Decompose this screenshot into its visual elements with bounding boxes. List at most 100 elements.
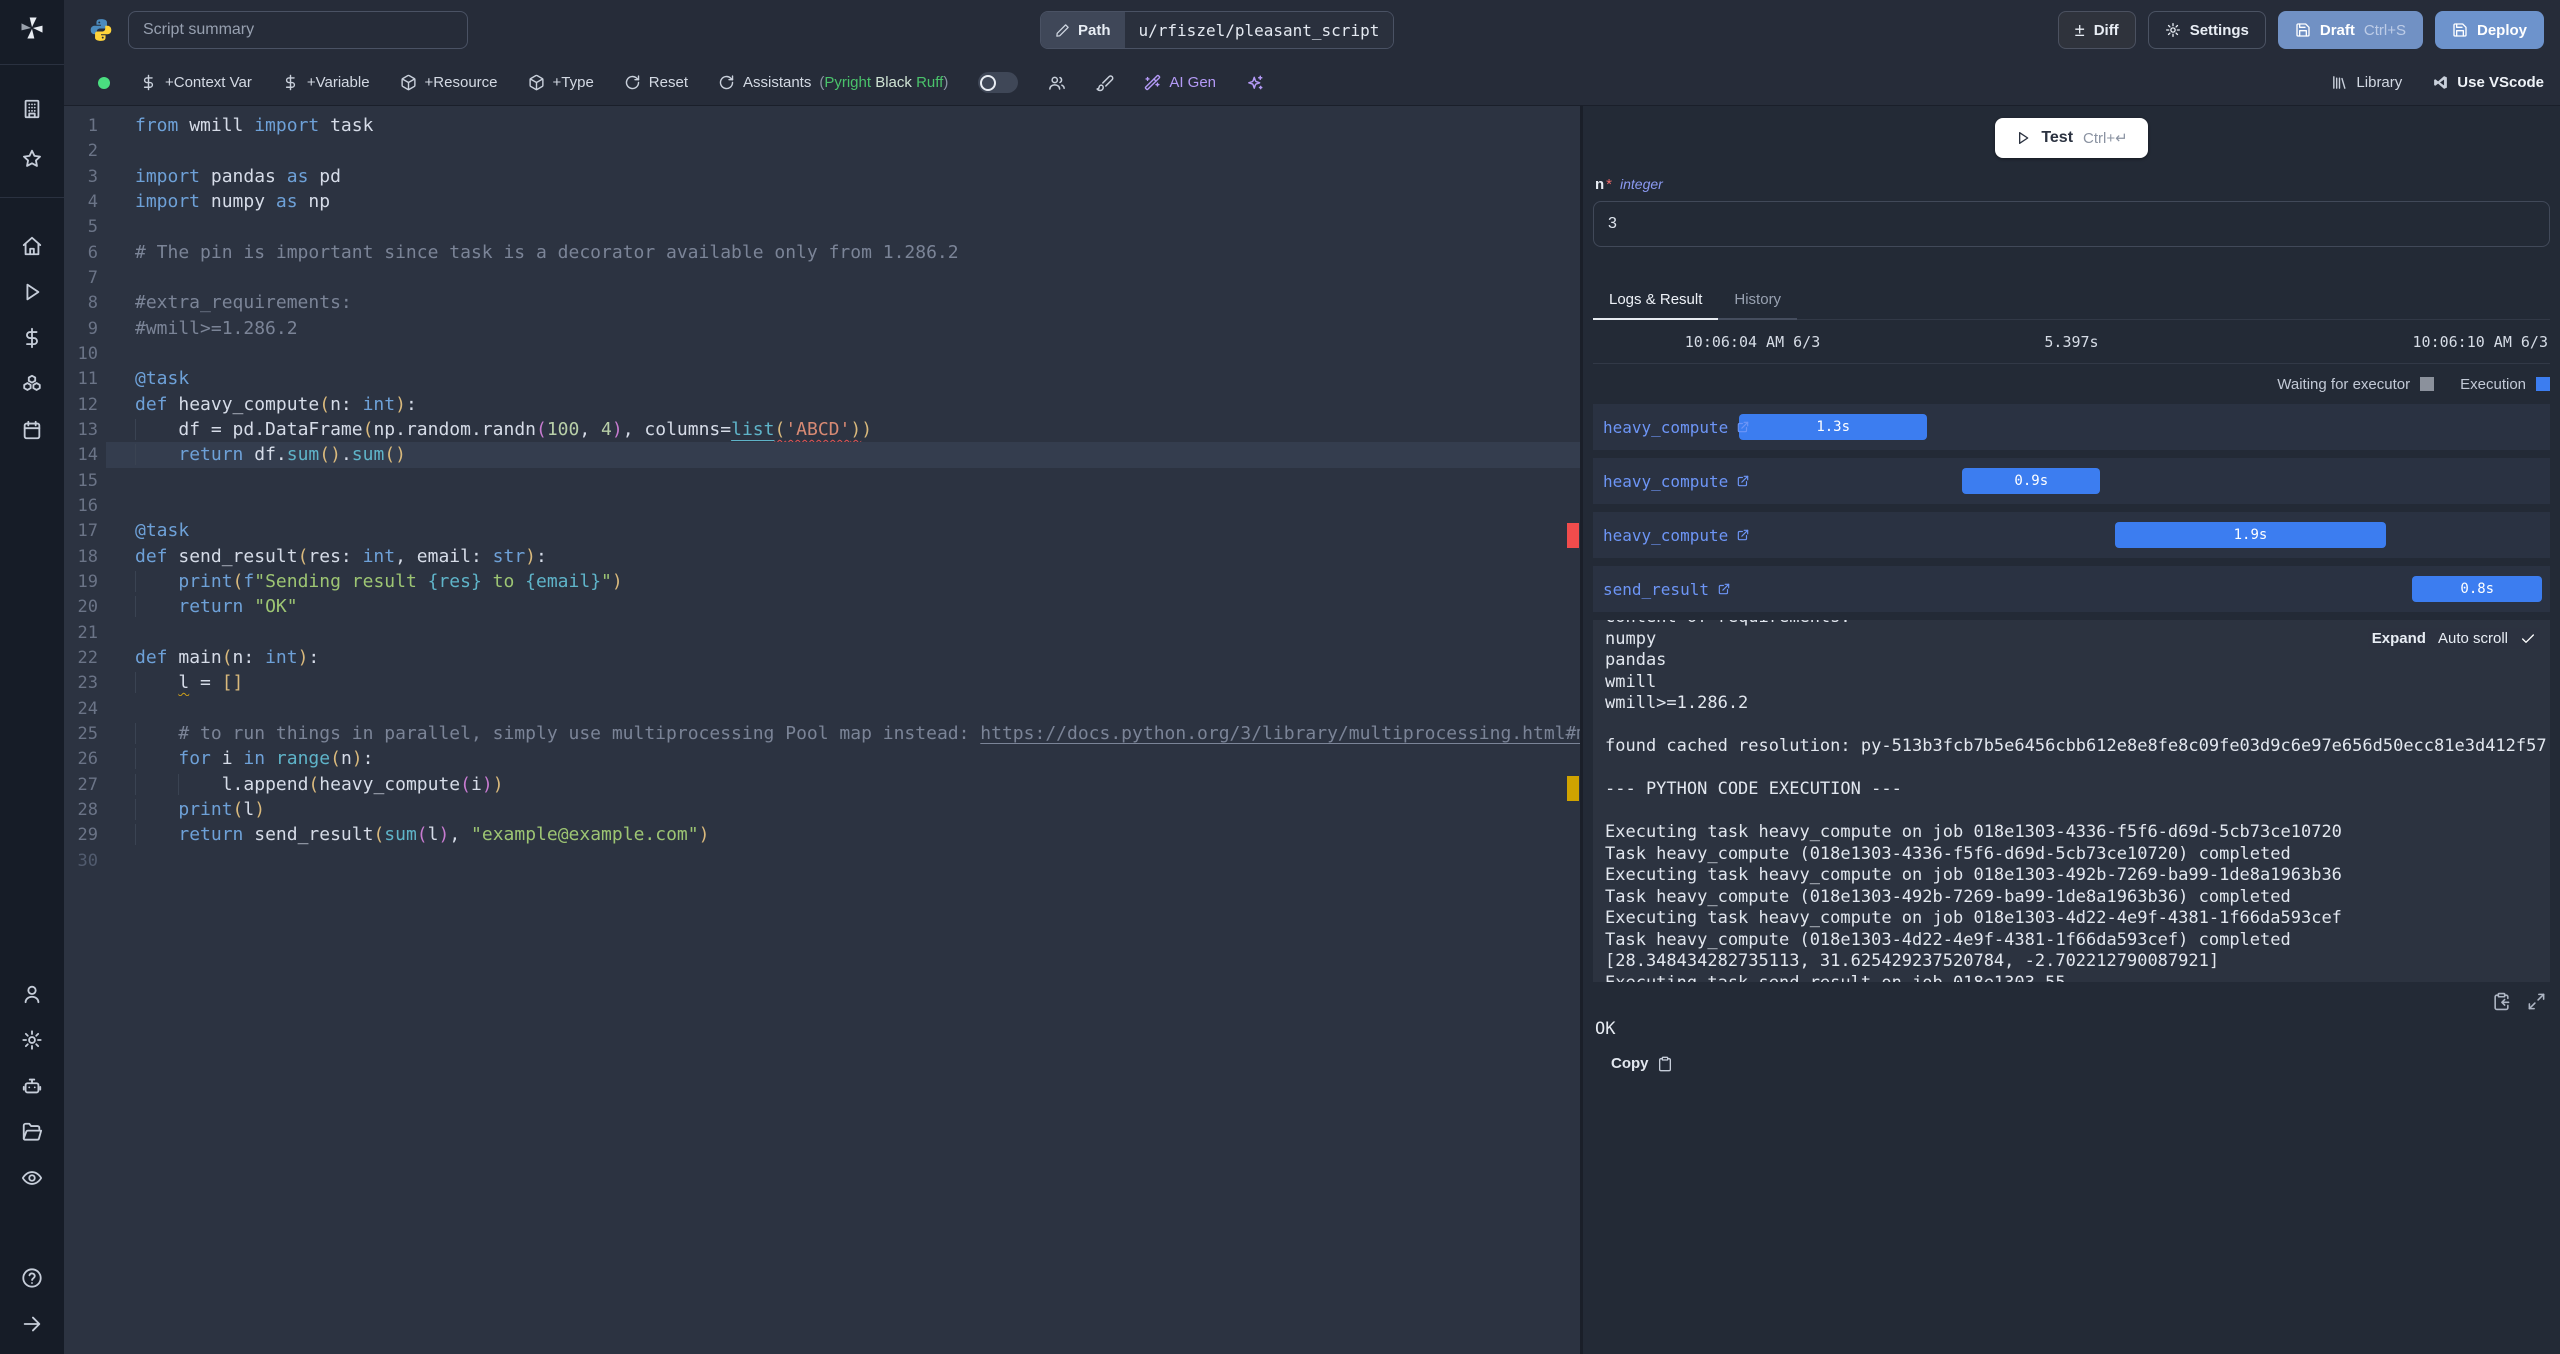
- clipboard-icon: [1657, 1056, 1673, 1072]
- path-control[interactable]: Path u/rfiszel/pleasant_script: [1040, 11, 1395, 49]
- warning-marker: [1567, 776, 1579, 801]
- arg-n-input[interactable]: [1593, 201, 2550, 247]
- execution-bar: 0.8s: [2412, 576, 2543, 602]
- autoscroll-label[interactable]: Auto scroll: [2438, 630, 2508, 647]
- line-number: 14: [77, 445, 98, 466]
- line-number: 11: [77, 369, 98, 390]
- log-line: wmill>=1.286.2: [1605, 693, 1749, 713]
- add-resource-button[interactable]: +Resource: [400, 74, 498, 91]
- expand-result-icon[interactable]: [2527, 992, 2546, 1011]
- sidebar-divider: [0, 64, 64, 65]
- python-language-icon: [88, 17, 114, 43]
- code-line: 13 df = pd.DataFrame(np.random.randn(100…: [64, 417, 1580, 442]
- log-line: Executing task heavy_compute on job 018e…: [1605, 822, 2342, 842]
- line-number: 10: [77, 343, 98, 364]
- logs-view[interactable]: content of requirements:numpypandaswmill…: [1593, 620, 2550, 982]
- code-line: 17 @task: [64, 518, 1580, 543]
- sidebar-item-dollar[interactable]: [10, 316, 54, 360]
- settings-button[interactable]: Settings: [2147, 11, 2266, 49]
- library-button[interactable]: Library: [2331, 74, 2402, 91]
- line-number: 29: [77, 825, 98, 846]
- sidebar-item-windmill-logo[interactable]: [10, 0, 54, 56]
- boxes-icon: [21, 373, 43, 395]
- sidebar-item-star[interactable]: [10, 137, 54, 181]
- users-icon: [1048, 74, 1066, 92]
- topbar: Path u/rfiszel/pleasant_script ± Diff Se…: [64, 0, 2560, 60]
- code-line: 3 import pandas as pd: [64, 164, 1580, 189]
- multiplayer-users-button[interactable]: [1048, 74, 1066, 92]
- sidebar-item-user[interactable]: [10, 972, 54, 1016]
- sidebar-item-arrow-right[interactable]: [10, 1302, 54, 1346]
- copy-result-icon[interactable]: [2492, 992, 2511, 1011]
- add-variable-button[interactable]: +Variable: [282, 74, 370, 91]
- sidebar-item-eye[interactable]: [10, 1156, 54, 1200]
- ai-gen-button[interactable]: AI Gen: [1144, 74, 1216, 91]
- code-line: 21: [64, 620, 1580, 645]
- run-times: 10:06:04 AM 6/3 5.397s 10:06:10 AM 6/3: [1593, 320, 2550, 364]
- draft-shortcut: Ctrl+S: [2363, 21, 2406, 39]
- sidebar-item-play[interactable]: [10, 270, 54, 314]
- add-context-var-button[interactable]: +Context Var: [140, 74, 252, 91]
- line-number: 20: [77, 597, 98, 618]
- line-number: 4: [87, 191, 98, 212]
- sidebar-item-robot[interactable]: [10, 1064, 54, 1108]
- sidebar-item-folder[interactable]: [10, 1110, 54, 1154]
- ai-sparkles-button[interactable]: [1246, 74, 1264, 92]
- format-brush-button[interactable]: [1096, 74, 1114, 92]
- draft-button[interactable]: Draft Ctrl+S: [2277, 11, 2423, 49]
- argument-section: n * integer: [1593, 168, 2550, 247]
- line-number: 16: [77, 495, 98, 516]
- vscode-icon: [2432, 74, 2449, 91]
- timeline-job-link[interactable]: heavy_compute: [1603, 526, 1750, 545]
- code-editor[interactable]: 1 from wmill import task 2 3 import pandas a…: [64, 106, 1580, 1354]
- code-line: 9 #wmill>=1.286.2: [64, 316, 1580, 341]
- run-end-time: 10:06:10 AM 6/3: [2412, 332, 2548, 351]
- timeline-job-link[interactable]: heavy_compute: [1603, 472, 1750, 491]
- calendar-icon: [21, 419, 43, 441]
- reset-button[interactable]: Reset: [624, 74, 688, 91]
- code-line: 24: [64, 696, 1580, 721]
- paintbrush-icon: [1096, 74, 1114, 92]
- line-number: 22: [77, 647, 98, 668]
- user-icon: [21, 983, 43, 1005]
- save-icon: [2452, 22, 2468, 38]
- tab-history[interactable]: History: [1718, 281, 1798, 320]
- play-icon: [2015, 130, 2031, 146]
- timeline-legend: Waiting for executor Execution: [1593, 364, 2550, 404]
- code-line: 26 for i in range(n):: [64, 746, 1580, 771]
- sidebar-item-calendar[interactable]: [10, 408, 54, 452]
- sidebar-item-boxes[interactable]: [10, 362, 54, 406]
- package-icon: [528, 74, 545, 91]
- package-icon: [400, 74, 417, 91]
- result-value: OK: [1595, 1019, 1616, 1039]
- run-start-time: 10:06:04 AM 6/3: [1684, 332, 1821, 351]
- assistants-button[interactable]: Assistants (Pyright Black Ruff): [718, 74, 948, 91]
- sidebar-item-gear[interactable]: [10, 1018, 54, 1062]
- code-line: 23 l = []: [64, 670, 1580, 695]
- add-type-button[interactable]: +Type: [528, 74, 594, 91]
- windmill-logo-icon: [18, 14, 46, 42]
- sidebar-item-building[interactable]: [10, 87, 54, 131]
- library-icon: [2331, 74, 2348, 91]
- script-summary-input[interactable]: [128, 11, 468, 49]
- folder-icon: [21, 1121, 43, 1143]
- use-vscode-button[interactable]: Use VScode: [2432, 74, 2544, 91]
- line-number: 30: [77, 850, 98, 871]
- code-line: 1 from wmill import task: [64, 113, 1580, 138]
- multiplayer-toggle[interactable]: [978, 72, 1019, 93]
- timeline-job-link[interactable]: send_result: [1603, 580, 1731, 599]
- sparkles-icon: [1246, 74, 1264, 92]
- sidebar-item-help[interactable]: [10, 1256, 54, 1300]
- test-button[interactable]: Test Ctrl+↵: [1995, 118, 2148, 158]
- sidebar-item-home[interactable]: [10, 224, 54, 268]
- tab-logs-result[interactable]: Logs & Result: [1593, 281, 1719, 320]
- deploy-button[interactable]: Deploy: [2434, 11, 2544, 49]
- diff-button[interactable]: ± Diff: [2057, 11, 2136, 49]
- run-duration: 5.397s: [2044, 332, 2099, 351]
- timeline-job-link[interactable]: heavy_compute: [1603, 418, 1750, 437]
- line-number: 17: [77, 521, 98, 542]
- expand-logs-button[interactable]: Expand: [2372, 630, 2426, 647]
- test-shortcut: Ctrl+↵: [2083, 130, 2128, 147]
- copy-result-button[interactable]: Copy: [1611, 1055, 2550, 1072]
